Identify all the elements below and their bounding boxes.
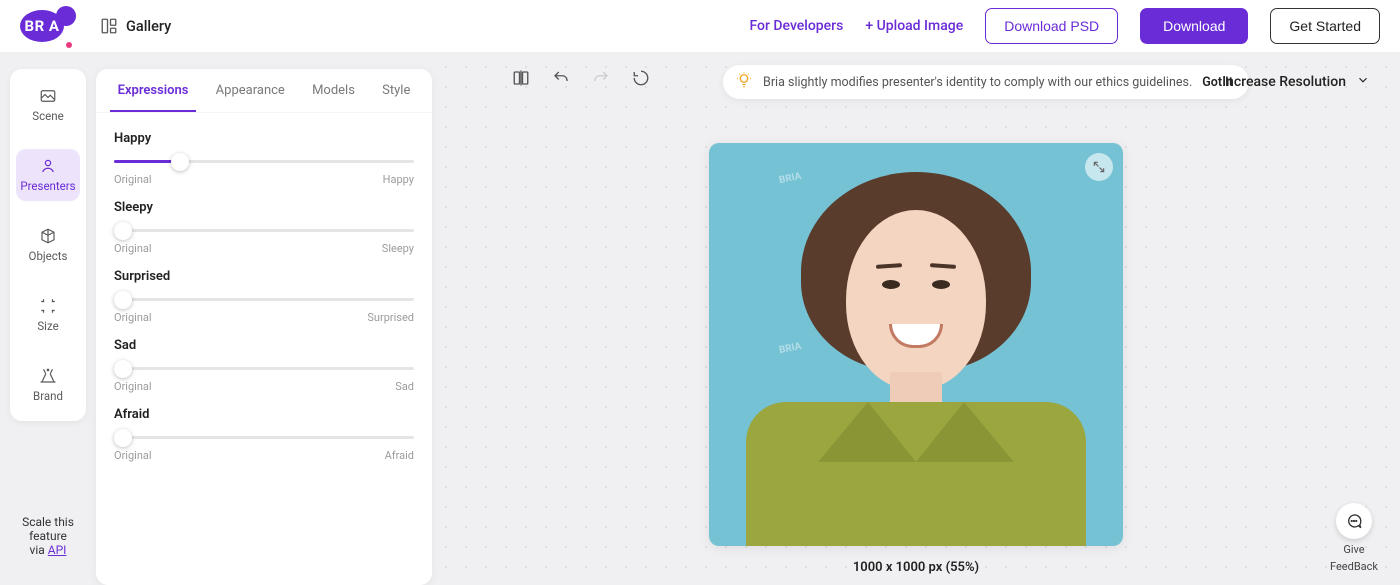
slider-sleepy[interactable] (114, 229, 414, 232)
slider-group-happy: Happy Original Happy (114, 119, 414, 188)
chevron-down-icon (1356, 73, 1370, 91)
slider-left-label: Original (114, 380, 152, 393)
slider-right-label: Afraid (385, 449, 414, 462)
slider-afraid[interactable] (114, 436, 414, 439)
sidebar-footer: Scale this feature via API (10, 515, 86, 575)
slider-right-label: Happy (383, 173, 414, 186)
slider-sad[interactable] (114, 367, 414, 370)
image-frame[interactable]: BRIA BRIA BRIA BRIA BRIA (709, 143, 1123, 546)
sidebar-label-scene: Scene (32, 109, 63, 123)
slider-title: Happy (114, 131, 414, 146)
slider-thumb[interactable] (114, 360, 132, 378)
gallery-link[interactable]: Gallery (100, 17, 171, 35)
compare-icon[interactable] (512, 69, 530, 87)
slider-title: Afraid (114, 407, 414, 422)
redo-icon (592, 69, 610, 87)
for-developers-link[interactable]: For Developers (749, 18, 843, 34)
logo-text: BR A (25, 17, 60, 35)
undo-icon[interactable] (552, 69, 570, 87)
sidebar-item-scene[interactable]: Scene (16, 79, 80, 131)
feedback-line1: Give (1343, 543, 1364, 556)
logo-main-circle: BR A (20, 10, 64, 42)
slider-title: Sleepy (114, 200, 414, 215)
main-area: Scene Presenters Objects Size (0, 53, 1400, 585)
slider-thumb[interactable] (114, 222, 132, 240)
get-started-button[interactable]: Get Started (1270, 8, 1380, 44)
presenters-icon (39, 157, 57, 175)
tab-expressions[interactable]: Expressions (110, 69, 197, 112)
left-sidebar: Scene Presenters Objects Size (0, 53, 96, 585)
logo-dot (66, 42, 72, 48)
feedback-icon (1336, 503, 1372, 539)
sidebar-item-objects[interactable]: Objects (16, 219, 80, 271)
brand-icon (39, 367, 57, 385)
api-link[interactable]: API (48, 543, 67, 557)
size-icon (39, 297, 57, 315)
header-right: For Developers + Upload Image Download P… (749, 8, 1380, 44)
slider-right-label: Sad (395, 380, 414, 393)
slider-left-label: Original (114, 449, 152, 462)
slider-title: Surprised (114, 269, 414, 284)
sidebar-item-brand[interactable]: Brand (16, 359, 80, 411)
slider-thumb[interactable] (114, 291, 132, 309)
app-header: BR A Gallery For Developers + Upload Ima… (0, 0, 1400, 53)
panel-tabs: Expressions Appearance Models Style (96, 69, 432, 113)
canvas-top-row: Bria slightly modifies presenter's ident… (583, 65, 1249, 99)
canvas-area: Bria slightly modifies presenter's ident… (432, 53, 1400, 585)
image-dimensions: 1000 x 1000 px (55%) (853, 560, 979, 575)
slider-group-sleepy: Sleepy Original Sleepy (114, 188, 414, 257)
slider-thumb[interactable] (114, 429, 132, 447)
sidebar-label-presenters: Presenters (20, 179, 75, 193)
sidebar-label-brand: Brand (33, 389, 63, 403)
download-psd-button[interactable]: Download PSD (985, 8, 1118, 44)
portrait-illustration (709, 143, 1123, 546)
bulb-icon (735, 71, 753, 93)
download-button[interactable]: Download (1140, 8, 1248, 44)
slider-thumb[interactable] (171, 153, 189, 171)
slider-right-label: Surprised (367, 311, 414, 324)
sidebar-card: Scene Presenters Objects Size (10, 69, 86, 421)
slider-group-sad: Sad Original Sad (114, 326, 414, 395)
increase-resolution[interactable]: Increase Resolution (1222, 73, 1370, 91)
feedback-line2: FeedBack (1330, 560, 1378, 573)
slider-right-label: Sleepy (382, 242, 414, 255)
ethics-text: Bria slightly modifies presenter's ident… (763, 75, 1192, 90)
sidebar-label-objects: Objects (29, 249, 68, 263)
slider-left-label: Original (114, 242, 152, 255)
sidebar-item-presenters[interactable]: Presenters (16, 149, 80, 201)
brand-logo[interactable]: BR A (20, 10, 64, 42)
scene-icon (39, 87, 57, 105)
sidebar-item-size[interactable]: Size (16, 289, 80, 341)
slider-group-afraid: Afraid Original Afraid (114, 395, 414, 464)
tab-style[interactable]: Style (374, 69, 418, 112)
control-panel: Expressions Appearance Models Style Happ… (96, 69, 432, 585)
sidebar-label-size: Size (37, 319, 58, 333)
ethics-banner: Bria slightly modifies presenter's ident… (723, 65, 1249, 99)
panel-body[interactable]: Happy Original Happy Sleepy Original Sleepy Su… (96, 113, 432, 585)
resolution-label: Increase Resolution (1222, 74, 1346, 90)
slider-left-label: Original (114, 311, 152, 324)
gallery-label: Gallery (126, 18, 171, 35)
slider-left-label: Original (114, 173, 152, 186)
tab-models[interactable]: Models (304, 69, 363, 112)
slider-happy[interactable] (114, 160, 414, 163)
slider-group-surprised: Surprised Original Surprised (114, 257, 414, 326)
upload-image-link[interactable]: + Upload Image (865, 18, 963, 34)
give-feedback[interactable]: Give FeedBack (1330, 503, 1378, 573)
tab-appearance[interactable]: Appearance (208, 69, 293, 112)
footer-line1: Scale this feature (22, 515, 74, 543)
reset-icon[interactable] (632, 69, 650, 87)
logo-accent-circle (56, 6, 76, 26)
slider-surprised[interactable] (114, 298, 414, 301)
objects-icon (39, 227, 57, 245)
canvas-toolbar (512, 69, 650, 87)
slider-title: Sad (114, 338, 414, 353)
gallery-icon (100, 17, 118, 35)
footer-line2: via (30, 543, 48, 557)
